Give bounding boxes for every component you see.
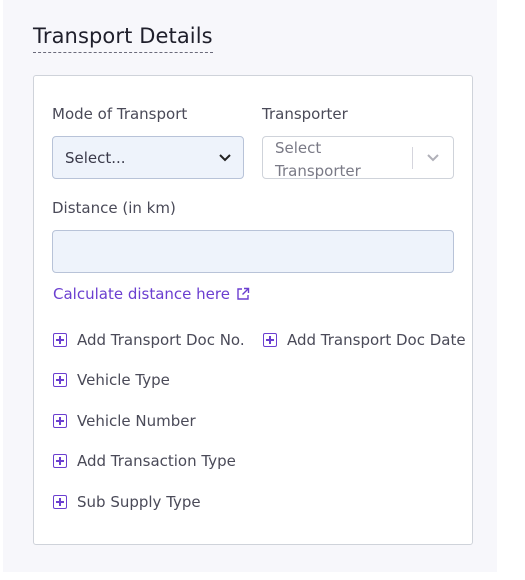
vehicle-number-button[interactable]: Vehicle Number xyxy=(53,412,196,430)
select-separator xyxy=(412,147,413,169)
plus-icon xyxy=(53,333,67,347)
external-link-icon xyxy=(237,287,250,300)
calculate-distance-link[interactable]: Calculate distance here xyxy=(53,285,250,303)
transporter-select[interactable]: Select Transporter xyxy=(262,136,454,180)
add-transport-doc-no-button[interactable]: Add Transport Doc No. xyxy=(53,331,245,349)
mode-of-transport-value: Select... xyxy=(65,149,126,167)
mode-of-transport-select[interactable]: Select... xyxy=(52,136,244,179)
add-transport-doc-no-label: Add Transport Doc No. xyxy=(77,331,245,349)
transporter-placeholder: Select Transporter xyxy=(275,139,361,180)
plus-icon xyxy=(53,373,67,387)
vehicle-type-label: Vehicle Type xyxy=(77,371,170,389)
vehicle-number-label: Vehicle Number xyxy=(77,412,196,430)
transport-panel: Transport Details Mode of Transport Tran… xyxy=(3,0,497,572)
add-transport-doc-date-button[interactable]: Add Transport Doc Date xyxy=(263,331,466,349)
sub-supply-type-label: Sub Supply Type xyxy=(77,493,201,511)
sub-supply-type-button[interactable]: Sub Supply Type xyxy=(53,493,201,511)
transporter-label: Transporter xyxy=(262,105,348,123)
plus-icon xyxy=(53,454,67,468)
add-transaction-type-label: Add Transaction Type xyxy=(77,452,236,470)
distance-label: Distance (in km) xyxy=(52,199,176,217)
add-transport-doc-date-label: Add Transport Doc Date xyxy=(287,331,466,349)
distance-input[interactable] xyxy=(52,230,454,273)
vehicle-type-button[interactable]: Vehicle Type xyxy=(53,371,170,389)
chevron-down-icon xyxy=(219,154,231,162)
transport-card: Mode of Transport Transporter Select... … xyxy=(33,75,473,545)
calculate-distance-label: Calculate distance here xyxy=(53,285,230,303)
section-title: Transport Details xyxy=(33,24,213,53)
add-transaction-type-button[interactable]: Add Transaction Type xyxy=(53,452,236,470)
chevron-down-icon[interactable] xyxy=(426,153,440,163)
plus-icon xyxy=(53,495,67,509)
plus-icon xyxy=(263,333,277,347)
plus-icon xyxy=(53,414,67,428)
mode-of-transport-label: Mode of Transport xyxy=(52,105,188,123)
